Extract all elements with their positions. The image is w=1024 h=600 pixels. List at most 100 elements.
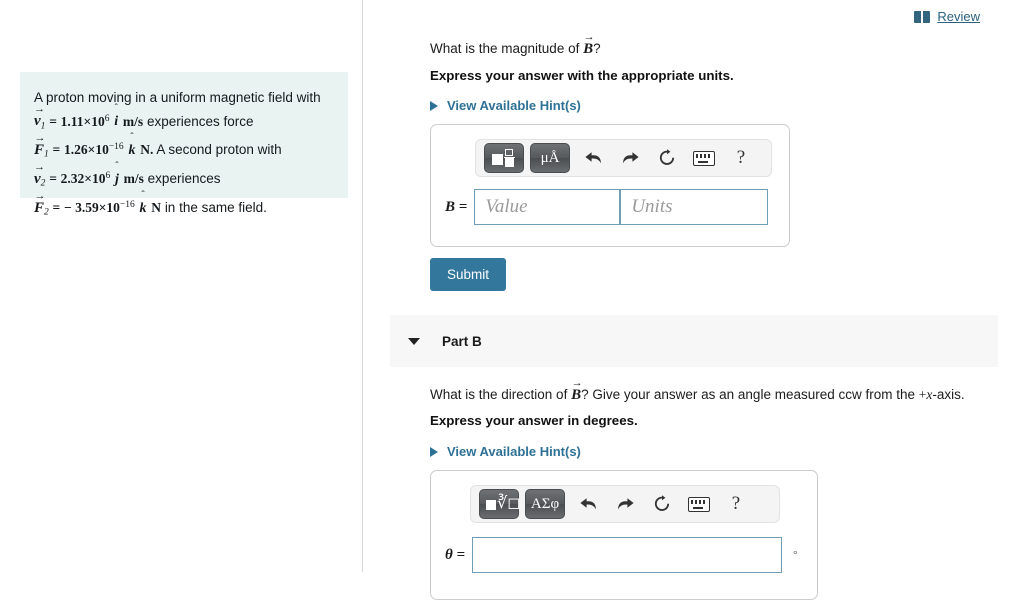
part-b-field-label: θ = — [445, 546, 466, 563]
equals-sign: = — [49, 171, 57, 187]
vector-arrow: → — [583, 30, 595, 43]
part-b-question: What is the direction of → B? Give your a… — [430, 376, 1024, 405]
chevron-down-icon[interactable] — [408, 337, 420, 345]
keyboard-icon[interactable] — [687, 143, 721, 173]
problem-statement-box: A proton moving in a uniform magnetic fi… — [20, 72, 348, 218]
part-a-hints-label: View Available Hint(s) — [447, 98, 581, 113]
part-a-field-label: B = — [445, 198, 468, 215]
v1-times: ×10 — [83, 113, 105, 129]
part-b-toolbar: ∛◻ ΑΣφ ? — [470, 485, 780, 523]
part-b-question-post: -axis. — [932, 387, 965, 402]
v2-tail-text: experiences — [147, 171, 221, 187]
equals-sign: = — [52, 199, 61, 215]
F1-exponent: −16 — [108, 142, 124, 153]
problem-pane: A proton moving in a uniform magnetic fi… — [0, 0, 362, 572]
angle-input[interactable] — [472, 537, 783, 573]
chevron-right-icon — [430, 100, 438, 111]
reset-icon[interactable] — [645, 489, 679, 519]
vector-arrow: → — [34, 161, 45, 174]
redo-icon[interactable] — [608, 489, 642, 519]
part-b-instruction: Express your answer in degrees. — [430, 413, 638, 428]
v1-units: m/s — [122, 113, 144, 129]
F1-times: ×10 — [87, 142, 109, 158]
v2-times: ×10 — [84, 171, 106, 187]
part-a-submit-button[interactable]: Submit — [430, 258, 507, 291]
value-input[interactable] — [474, 189, 621, 225]
v2-exponent: 6 — [105, 171, 111, 182]
units-palette-button[interactable]: μÅ — [530, 143, 570, 173]
v2-value: 2.32 — [60, 171, 85, 187]
hat-accent: ˆ — [141, 189, 145, 201]
part-a-question-text: What is the magnitude of → B? — [430, 31, 1010, 59]
problem-statement-text: A proton moving in a uniform magnetic fi… — [34, 87, 334, 224]
template-grid-icon — [492, 148, 516, 168]
units-input[interactable] — [620, 189, 769, 225]
part-b-title: Part B — [442, 333, 482, 349]
help-icon[interactable]: ? — [719, 489, 753, 519]
unit-vector-j: ˆj — [115, 161, 119, 188]
v2-units: m/s — [123, 171, 144, 187]
part-a-question-pre: What is the magnitude of — [430, 41, 584, 56]
equals-sign: = — [52, 142, 61, 158]
degree-symbol: ° — [793, 549, 798, 561]
undo-icon[interactable] — [571, 489, 605, 519]
vector-v1: → v — [34, 103, 45, 130]
part-b-answer-panel: ∛◻ ΑΣφ ? θ = ° — [430, 470, 818, 600]
v2-subscript: 2 — [40, 178, 46, 189]
F1-units: N. — [140, 142, 154, 158]
F2-value: − 3.59 — [64, 199, 99, 215]
problem-line-4: → v2 = 2.32×106 ˆj m/s experiences — [34, 161, 334, 195]
help-icon[interactable]: ? — [724, 143, 758, 173]
greek-palette-label: ΑΣφ — [530, 495, 560, 512]
part-b-header[interactable]: Part B — [390, 315, 998, 367]
keyboard-icon[interactable] — [682, 489, 716, 519]
F1-tail-text: A second proton with — [156, 142, 282, 158]
page-root: A proton moving in a uniform magnetic fi… — [0, 0, 1024, 600]
review-link[interactable]: Review — [914, 9, 980, 24]
units-palette-label: μÅ — [540, 149, 560, 166]
v1-tail-text: experiences force — [146, 113, 254, 129]
help-label: ? — [736, 147, 746, 168]
F2-units: N — [151, 199, 162, 215]
part-b-question-mid: ? Give your answer as an angle measured … — [581, 387, 919, 402]
chevron-right-icon — [430, 446, 438, 457]
part-a-hints-toggle[interactable]: View Available Hint(s) — [430, 98, 581, 113]
help-label: ? — [731, 493, 741, 514]
part-a-toolbar: μÅ ? — [475, 139, 772, 177]
F2-tail-text: in the same field. — [164, 199, 267, 215]
part-a-question: What is the magnitude of → B? — [430, 31, 1010, 59]
vector-v2: → v — [34, 161, 45, 188]
template-grid-icon-button[interactable] — [484, 143, 524, 173]
problem-line-1: A proton moving in a uniform magnetic fi… — [34, 87, 334, 109]
problem-line-5: → F2 = − 3.59×10−16 ˆk N in the same fiel… — [34, 189, 334, 224]
part-b-question-pre: What is the direction of — [430, 387, 572, 402]
part-b-hints-toggle[interactable]: View Available Hint(s) — [430, 444, 581, 459]
v1-exponent: 6 — [104, 113, 110, 124]
problem-line-3: → F1 = 1.26×10−16 ˆk N. A second proton w… — [34, 132, 334, 166]
vector-F2: → F — [34, 189, 46, 216]
unit-vector-i: ˆi — [114, 103, 119, 130]
hat-accent: ˆ — [115, 161, 119, 173]
vector-arrow: → — [34, 189, 46, 202]
assignment-pane: Review What is the magnitude of → B? Expr… — [363, 0, 1024, 600]
part-a-question-post: ? — [593, 41, 601, 56]
undo-icon[interactable] — [576, 143, 610, 173]
vector-arrow: → — [34, 132, 46, 145]
vector-B: → B — [571, 376, 583, 403]
v1-value: 1.11 — [60, 113, 84, 129]
v1-subscript: 1 — [40, 120, 46, 131]
greek-palette-button[interactable]: ΑΣφ — [525, 489, 565, 519]
redo-icon[interactable] — [613, 143, 647, 173]
part-a-answer-panel: μÅ ? B = Value Units — [430, 124, 790, 247]
part-b-field-row: θ = ° — [445, 537, 817, 573]
part-b-hints-label: View Available Hint(s) — [447, 444, 581, 459]
book-icon — [914, 10, 931, 23]
F2-subscript: 2 — [44, 207, 49, 218]
hat-accent: ˆ — [130, 132, 134, 144]
template-radical-icon: ∛◻ — [486, 495, 520, 514]
reset-icon[interactable] — [650, 143, 684, 173]
template-radical-icon-button[interactable]: ∛◻ — [479, 489, 520, 519]
vector-F1: → F — [34, 132, 46, 159]
review-link-label: Review — [937, 9, 980, 24]
problem-line-1-text: A proton moving in a uniform magnetic fi… — [34, 90, 321, 105]
